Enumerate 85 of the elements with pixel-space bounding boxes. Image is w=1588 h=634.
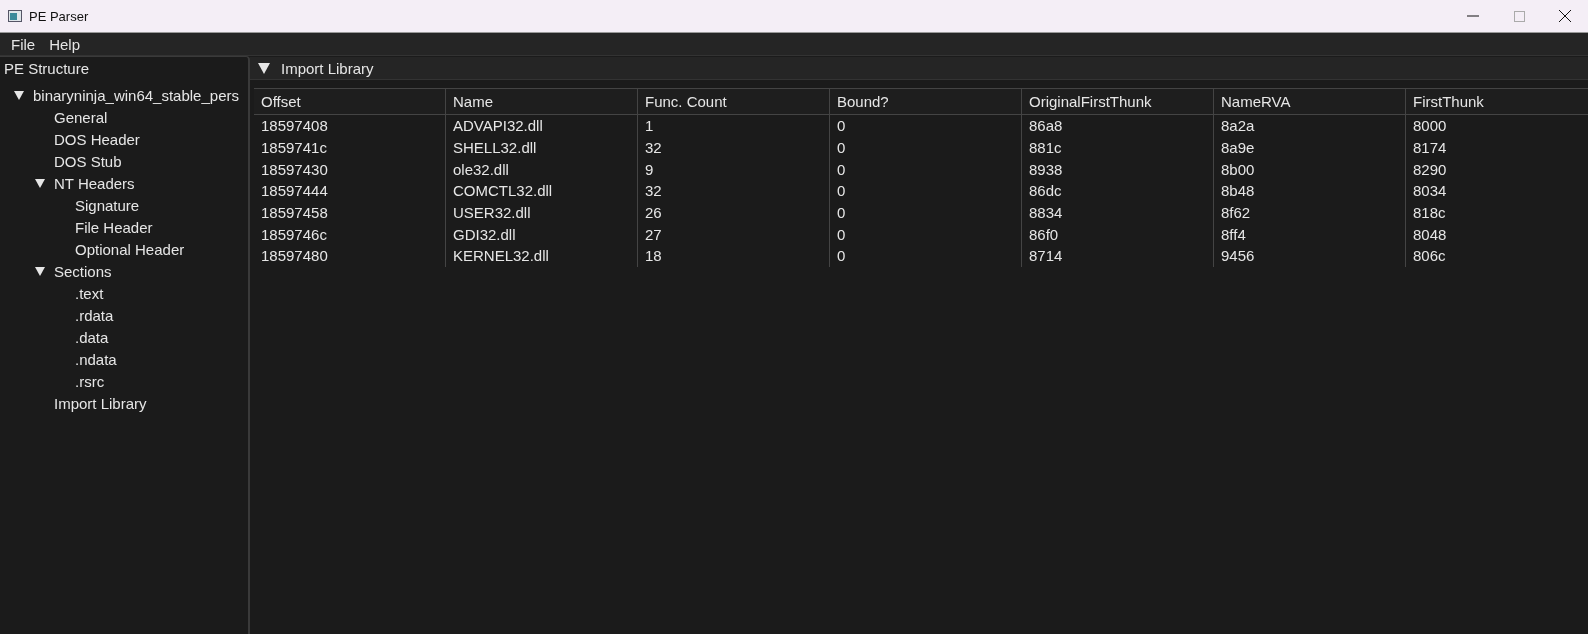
table-cell: 18597480: [254, 245, 446, 267]
table-cell: 18597408: [254, 115, 446, 137]
table-cell: COMCTL32.dll: [446, 180, 638, 202]
table-cell: 18597444: [254, 180, 446, 202]
table-cell: 32: [638, 136, 830, 159]
menu-item[interactable]: Help: [42, 35, 88, 53]
table-cell: 806c: [1406, 245, 1588, 267]
table-cell: 0: [830, 115, 1022, 137]
table-cell: 32: [638, 180, 830, 202]
table-cell: 8938: [1022, 158, 1214, 181]
section-title: Import Library: [281, 59, 374, 77]
table-cell: 1: [638, 115, 830, 137]
table-cell: 8034: [1406, 180, 1588, 202]
column-header[interactable]: Name: [446, 88, 638, 115]
menu-item[interactable]: File: [4, 35, 43, 53]
table-cell: 8048: [1406, 223, 1588, 246]
table-cell: 8714: [1022, 245, 1214, 267]
table-cell: 18597430: [254, 158, 446, 181]
panel-title: PE Structure: [3, 59, 91, 79]
expanded-arrow-icon[interactable]: [35, 178, 45, 188]
tree-item[interactable]: .rdata: [75, 306, 114, 324]
table-cell: ole32.dll: [446, 158, 638, 181]
table-cell: 8b00: [1214, 158, 1406, 181]
expanded-arrow-icon[interactable]: [14, 90, 24, 100]
table-cell: 0: [830, 223, 1022, 246]
tree-item[interactable]: .rsrc: [75, 372, 105, 390]
column-header[interactable]: Func. Count: [638, 88, 830, 115]
table-cell: 86a8: [1022, 115, 1214, 137]
table-cell: GDI32.dll: [446, 223, 638, 246]
table-cell: 1859741c: [254, 136, 446, 159]
table-cell: 0: [830, 245, 1022, 267]
table-cell: 0: [830, 136, 1022, 159]
table-cell: 0: [830, 180, 1022, 202]
tree-item[interactable]: Import Library: [54, 394, 147, 412]
table-cell: ADVAPI32.dll: [446, 115, 638, 137]
tree-item[interactable]: .text: [75, 284, 104, 302]
tree-item[interactable]: binaryninja_win64_stable_pers: [33, 86, 239, 104]
table-cell: KERNEL32.dll: [446, 245, 638, 267]
table-cell: 8a2a: [1214, 115, 1406, 137]
tree-item[interactable]: NT Headers: [54, 174, 135, 192]
column-header[interactable]: OriginalFirstThunk: [1022, 88, 1214, 115]
table-cell: 0: [830, 201, 1022, 224]
table-cell: 9: [638, 158, 830, 181]
tree-item[interactable]: Signature: [75, 196, 140, 214]
table-cell: 8f62: [1214, 201, 1406, 224]
table-cell: 8290: [1406, 158, 1588, 181]
table-cell: 26: [638, 201, 830, 224]
table-cell: 8000: [1406, 115, 1588, 137]
table-cell: 8b48: [1214, 180, 1406, 202]
window-title: PE Parser: [29, 8, 90, 24]
table-cell: 8ff4: [1214, 223, 1406, 246]
column-header[interactable]: NameRVA: [1214, 88, 1406, 115]
table-cell: SHELL32.dll: [446, 136, 638, 159]
minimize-icon: [1467, 15, 1479, 17]
tree-item[interactable]: Sections: [54, 262, 112, 280]
table-cell: 18: [638, 245, 830, 267]
expanded-arrow-icon[interactable]: [35, 266, 45, 276]
table-cell: 881c: [1022, 136, 1214, 159]
expanded-arrow-icon[interactable]: [258, 62, 270, 74]
tree-item[interactable]: File Header: [75, 218, 153, 236]
tree-item[interactable]: .ndata: [75, 350, 117, 368]
table-cell: 0: [830, 158, 1022, 181]
tree-item[interactable]: Optional Header: [75, 240, 185, 258]
table-cell: 818c: [1406, 201, 1588, 224]
table-cell: USER32.dll: [446, 201, 638, 224]
table-cell: 18597458: [254, 201, 446, 224]
table-cell: 27: [638, 223, 830, 246]
app-icon: [8, 10, 22, 22]
table-cell: 8174: [1406, 136, 1588, 159]
tree-item[interactable]: DOS Header: [54, 130, 140, 148]
table-cell: 86dc: [1022, 180, 1214, 202]
column-header[interactable]: Offset: [254, 88, 446, 115]
tree-item[interactable]: DOS Stub: [54, 152, 122, 170]
maximize-icon: [1513, 10, 1525, 22]
column-header[interactable]: Bound?: [830, 88, 1022, 115]
table-cell: 8834: [1022, 201, 1214, 224]
table-cell: 8a9e: [1214, 136, 1406, 159]
table-cell: 1859746c: [254, 223, 446, 246]
table-cell: 86f0: [1022, 223, 1214, 246]
section-header[interactable]: Import Library: [250, 57, 1588, 80]
column-header[interactable]: FirstThunk: [1406, 88, 1588, 115]
table-cell: 9456: [1214, 245, 1406, 267]
tree-item[interactable]: .data: [75, 328, 109, 346]
close-icon: [1559, 10, 1571, 22]
tree-item[interactable]: General: [54, 108, 108, 126]
